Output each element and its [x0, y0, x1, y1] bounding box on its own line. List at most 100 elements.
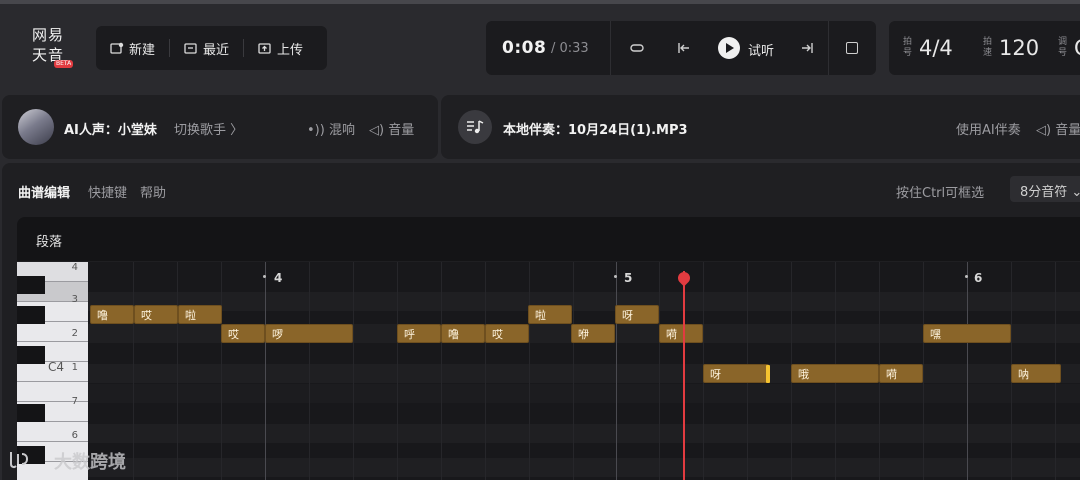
- loop-icon[interactable]: [628, 39, 646, 57]
- tab-score-edit[interactable]: 曲谱编辑: [18, 182, 70, 201]
- piano-black-key[interactable]: [17, 306, 45, 324]
- grid-line: [441, 262, 442, 480]
- top-divider: [0, 0, 1080, 4]
- bar-line: [265, 262, 266, 480]
- transport-panel: 0:08 / 0:33: [486, 21, 876, 75]
- new-label: 新建: [129, 42, 156, 58]
- switch-singer-link[interactable]: 切换歌手 〉: [174, 119, 243, 138]
- vocal-volume-button[interactable]: ◁) 音量: [369, 119, 414, 138]
- upload-label: 上传: [277, 42, 304, 58]
- note-block[interactable]: 噜: [441, 324, 485, 343]
- note-block[interactable]: 啰: [265, 324, 353, 343]
- watermark-logo-icon: [10, 452, 29, 469]
- chevron-down-icon: ⌄: [1071, 185, 1080, 200]
- file-toolbar: 新建 最近 上传: [96, 26, 327, 70]
- grid-line: [177, 262, 178, 480]
- tempo-label: 拍速: [983, 37, 993, 58]
- key-label-c4: C4: [47, 360, 64, 374]
- total-time: / 0:33: [551, 41, 589, 56]
- grid-line: [133, 262, 134, 480]
- grid-row: [88, 384, 1080, 403]
- piano-black-key[interactable]: [17, 276, 45, 294]
- play-icon: [725, 43, 734, 53]
- accompaniment-volume-label: 音量: [1055, 123, 1080, 138]
- playhead[interactable]: [683, 271, 685, 480]
- key-label: 6: [71, 430, 78, 441]
- key-label: 4: [71, 262, 78, 273]
- piano-black-key[interactable]: [17, 404, 45, 422]
- watermark-text: 大数跨境: [54, 452, 126, 473]
- new-file-icon: [110, 42, 124, 54]
- grid-line: [573, 262, 574, 480]
- note-resize-handle[interactable]: [766, 365, 770, 383]
- note-block[interactable]: 噜: [90, 305, 134, 324]
- key-label: 调号: [1058, 37, 1068, 58]
- note-block[interactable]: 哎: [221, 324, 265, 343]
- bar-line: [616, 262, 617, 480]
- key-label: 2: [71, 328, 78, 339]
- grid-line: [397, 262, 398, 480]
- logo-text-top: 网易: [32, 26, 65, 44]
- bar-number: 6: [974, 271, 983, 285]
- recent-button[interactable]: 最近: [184, 26, 229, 70]
- recent-label: 最近: [203, 42, 230, 58]
- speaker-icon: ◁): [369, 123, 385, 138]
- upload-button[interactable]: 上传: [258, 26, 303, 70]
- accompaniment-volume-button[interactable]: ◁) 音量: [1036, 119, 1080, 138]
- note-length-select[interactable]: 8分音符 ⌄: [1010, 176, 1080, 202]
- note-block[interactable]: 哦: [791, 364, 879, 383]
- use-ai-accompaniment-button[interactable]: 使用AI伴奏: [956, 119, 1021, 138]
- piano-roll-grid[interactable]: 4 5 6: [88, 262, 1080, 480]
- singer-avatar[interactable]: [18, 109, 54, 145]
- grid-row: [88, 458, 1080, 477]
- tab-shortcuts[interactable]: 快捷键: [88, 182, 127, 201]
- meter-value[interactable]: 4/4: [919, 36, 953, 60]
- reverb-icon: •)): [307, 123, 325, 138]
- vocal-name: AI人声：小堂妹: [64, 123, 157, 138]
- toolbar-separator: [169, 39, 171, 57]
- tempo-value[interactable]: 120: [999, 36, 1039, 60]
- grid-row: [88, 364, 1080, 383]
- skip-forward-icon[interactable]: [798, 39, 816, 57]
- bar-marker-dot: [263, 275, 266, 278]
- new-button[interactable]: 新建: [110, 26, 155, 70]
- grid-row: [88, 292, 1080, 311]
- note-block[interactable]: 嗬: [879, 364, 923, 383]
- bar-marker-dot: [965, 275, 968, 278]
- song-params-panel: 拍号 4/4 拍速 120 调号 C: [889, 21, 1080, 75]
- upload-icon: [258, 43, 271, 54]
- note-block[interactable]: 呀: [703, 364, 769, 383]
- app-logo: 网易 天音 BETA: [28, 22, 78, 72]
- play-button[interactable]: [718, 37, 740, 59]
- toolbar-separator: [243, 39, 245, 57]
- note-block[interactable]: 哎: [485, 324, 529, 343]
- section-bar: 段落: [17, 217, 1080, 261]
- note-block[interactable]: 嘿: [923, 324, 1011, 343]
- grid-line: [353, 262, 354, 480]
- grid-line: [659, 262, 660, 480]
- note-block[interactable]: 咿: [571, 324, 615, 343]
- note-block[interactable]: 嗬: [659, 324, 703, 343]
- reverb-label: 混响: [328, 123, 355, 138]
- key-label: 3: [71, 294, 78, 305]
- accompaniment-name: 本地伴奏：10月24日(1).MP3: [503, 123, 688, 138]
- note-block[interactable]: 呐: [1011, 364, 1061, 383]
- key-value[interactable]: C: [1074, 36, 1080, 60]
- note-block[interactable]: 哎: [134, 305, 178, 324]
- grid-line: [309, 262, 310, 480]
- stop-button[interactable]: [846, 42, 858, 54]
- note-block[interactable]: 啦: [528, 305, 572, 324]
- note-block[interactable]: 啦: [178, 305, 222, 324]
- tab-help[interactable]: 帮助: [140, 182, 166, 201]
- section-label: 段落: [36, 235, 63, 250]
- speaker-icon: ◁): [1036, 123, 1052, 138]
- preview-label[interactable]: 试听: [748, 40, 774, 59]
- bar-marker-dot: [614, 275, 617, 278]
- skip-back-icon[interactable]: [675, 39, 693, 57]
- note-block[interactable]: 呀: [615, 305, 659, 324]
- reverb-button[interactable]: •)) 混响: [307, 119, 355, 138]
- note-block[interactable]: 呼: [397, 324, 441, 343]
- beta-badge: BETA: [54, 60, 74, 68]
- vocal-volume-label: 音量: [388, 123, 415, 138]
- piano-black-key[interactable]: [17, 346, 45, 364]
